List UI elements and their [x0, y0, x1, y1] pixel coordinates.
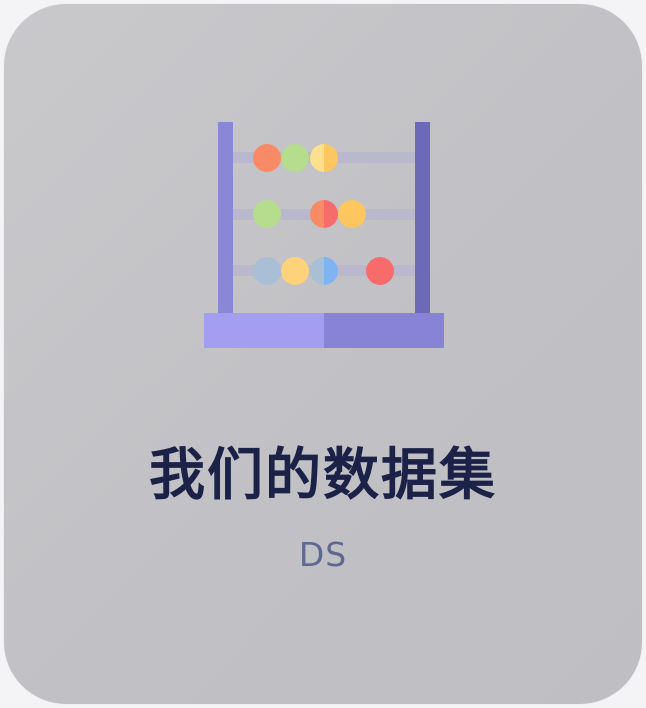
dataset-card[interactable] — [4, 4, 642, 704]
bead-grey-blue — [253, 257, 281, 285]
bead-green — [253, 200, 281, 228]
abacus-base-left — [204, 313, 324, 348]
bead-red — [324, 200, 338, 228]
abacus-base-right — [324, 313, 444, 348]
abacus-icon — [204, 122, 444, 348]
bead-orange — [253, 144, 281, 172]
bead-orange — [310, 200, 324, 228]
bead-yellow — [310, 144, 324, 172]
bead-red — [366, 257, 394, 285]
card-subtitle: DS — [298, 535, 348, 574]
card-title: 我们的数据集 — [149, 443, 497, 508]
bead-grey-blue — [310, 257, 324, 285]
bead-yellow — [281, 257, 309, 285]
bead-blue — [324, 257, 338, 285]
bead-yellow — [324, 144, 338, 172]
bead-yellow — [338, 200, 366, 228]
bead-green — [281, 144, 309, 172]
abacus-right-post — [415, 122, 430, 318]
abacus-left-post — [218, 122, 233, 318]
